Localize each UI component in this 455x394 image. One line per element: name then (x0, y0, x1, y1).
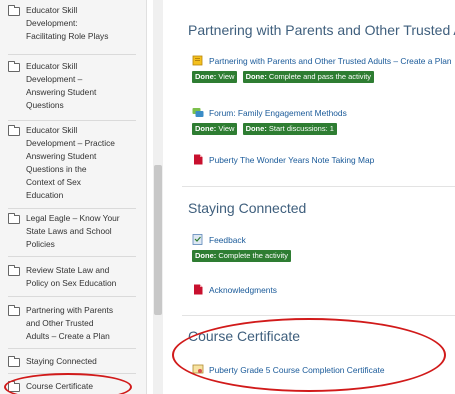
done-discussions-badge: Done: Start discussions: 1 (242, 123, 337, 135)
folder-icon (8, 356, 20, 367)
activity-link[interactable]: Acknowledgments (209, 285, 277, 295)
sidebar-item-label: Partnering with Parents and Other Truste… (26, 305, 114, 341)
folder-icon (8, 305, 20, 316)
done-view-badge: Done: View (192, 71, 238, 83)
sidebar-item-label: Staying Connected (26, 356, 97, 366)
folder-icon (8, 381, 20, 392)
activity-link[interactable]: Feedback (209, 235, 246, 245)
sidebar-item-label: Educator Skill Development – Answering S… (26, 61, 97, 110)
sidebar-item-label: Educator Skill Development – Practice An… (26, 125, 115, 200)
sidebar-item-staying-connected[interactable]: Staying Connected (8, 355, 136, 374)
folder-icon (8, 125, 20, 136)
activity-link[interactable]: Partnering with Parents and Other Truste… (209, 56, 452, 66)
sidebar-item-answering-student-questions[interactable]: Educator Skill Development – Answering S… (8, 60, 136, 121)
feedback-icon (192, 234, 203, 245)
sidebar-item-label: Course Certificate (26, 381, 94, 391)
done-view-badge: Done: View (192, 123, 238, 135)
scrollbar-thumb[interactable] (154, 165, 162, 315)
pdf-icon (194, 154, 203, 165)
sidebar-item-label: Educator Skill Development: Facilitating… (26, 5, 109, 41)
completion-badges: Done: View Done: Complete and pass the a… (192, 71, 377, 83)
sidebar-item-partnering-with-parents[interactable]: Partnering with Parents and Other Truste… (8, 304, 136, 349)
certificate-icon (192, 364, 204, 374)
course-index-sidebar: Educator Skill Development: Facilitating… (0, 0, 147, 394)
activity-link[interactable]: Forum: Family Engagement Methods (209, 108, 347, 118)
folder-icon (8, 213, 20, 224)
sidebar-item-facilitating-role-plays[interactable]: Educator Skill Development: Facilitating… (8, 4, 136, 55)
sidebar-item-legal-eagle[interactable]: Legal Eagle – Know Your State Laws and S… (8, 212, 136, 257)
assignment-icon (192, 55, 203, 66)
done-complete-badge: Done: Complete the activity (192, 250, 291, 262)
sidebar-item-course-certificate[interactable]: Course Certificate (8, 380, 136, 394)
sidebar-scrollbar[interactable] (153, 0, 163, 394)
sidebar-item-label: Legal Eagle – Know Your State Laws and S… (26, 213, 120, 249)
folder-icon (8, 265, 20, 276)
folder-icon (8, 61, 20, 72)
sidebar-item-review-state-law[interactable]: Review State Law and Policy on Sex Educa… (8, 264, 136, 297)
section-title-course-certificate: Course Certificate (188, 328, 301, 344)
activity-link[interactable]: Puberty Grade 5 Course Completion Certif… (209, 365, 385, 375)
folder-icon (8, 5, 20, 16)
activity-link[interactable]: Puberty The Wonder Years Note Taking Map (209, 155, 374, 165)
section-title-partnering: Partnering with Parents and Other Truste… (188, 22, 455, 38)
section-title-staying-connected: Staying Connected (188, 200, 307, 216)
sidebar-item-label: Review State Law and Policy on Sex Educa… (26, 265, 117, 288)
completion-badges: Done: Complete the activity (192, 250, 294, 262)
completion-badges: Done: View Done: Start discussions: 1 (192, 123, 340, 135)
done-complete-badge: Done: Complete and pass the activity (242, 71, 375, 83)
forum-icon (192, 108, 204, 117)
pdf-icon (194, 284, 203, 295)
course-content: Partnering with Parents and Other Truste… (170, 0, 455, 394)
section-divider (182, 186, 455, 187)
sidebar-item-practice-answering[interactable]: Educator Skill Development – Practice An… (8, 124, 136, 209)
section-divider (182, 315, 455, 316)
